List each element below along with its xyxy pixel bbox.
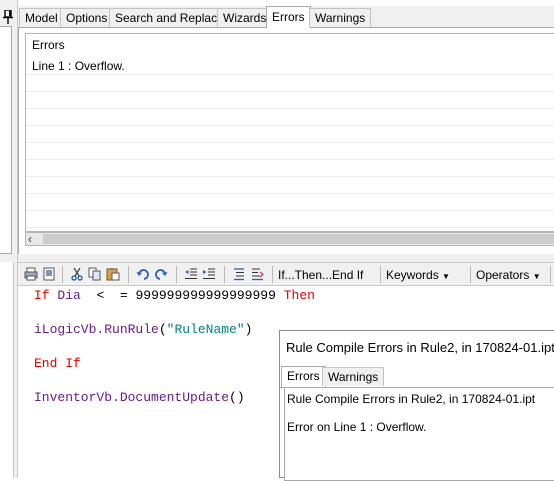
code-line-1[interactable]: If Dia < = 999999999999999999 Then	[34, 288, 315, 303]
empty-row	[26, 211, 554, 228]
scroll-left-arrow-icon[interactable]: ‹	[28, 232, 32, 246]
chevron-down-icon: ▼	[532, 272, 541, 281]
toolbar-separator	[176, 266, 177, 283]
toolbar-separator	[550, 266, 551, 283]
top-tab-strip: Model Options Search and Replace Wizards…	[18, 6, 554, 28]
increase-indent-icon[interactable]	[202, 267, 216, 281]
function-call: InventorVb.DocumentUpdate	[34, 390, 230, 405]
uncomment-icon[interactable]	[250, 267, 264, 281]
print-preview-icon[interactable]	[42, 267, 56, 281]
toolbar-separator	[470, 266, 471, 283]
operator: < =	[96, 288, 128, 303]
toolbar-separator	[272, 266, 273, 283]
tab-search-and-replace[interactable]: Search and Replace	[109, 8, 230, 27]
variable-dia: Dia	[57, 288, 81, 303]
dialog-tab-errors[interactable]: Errors	[281, 366, 326, 387]
paste-icon[interactable]	[106, 267, 120, 281]
dialog-tab-strip: Errors Warnings	[280, 366, 554, 388]
dialog-body-line-2: Error on Line 1 : Overflow.	[287, 420, 427, 434]
empty-row	[26, 126, 554, 143]
keywords-label: Keywords	[386, 268, 439, 282]
empty-row	[26, 177, 554, 194]
tab-model[interactable]: Model	[19, 8, 64, 27]
keyword-if: If	[34, 288, 50, 303]
scrollbar-thumb[interactable]	[43, 234, 554, 244]
string-literal: "RuleName"	[166, 322, 245, 337]
empty-row	[26, 143, 554, 160]
decrease-indent-icon[interactable]	[184, 267, 198, 281]
empty-row	[26, 160, 554, 177]
code-line-2[interactable]: iLogicVb.RunRule("RuleName")	[34, 322, 252, 337]
keyword-end-if: End If	[34, 356, 81, 371]
number-literal: 999999999999999999	[135, 288, 276, 303]
paren-open: (	[158, 322, 167, 337]
horizontal-scrollbar[interactable]: ‹	[25, 232, 554, 246]
empty-row	[26, 109, 554, 126]
tab-errors[interactable]: Errors	[266, 6, 311, 28]
editor-toolbar: If...Then...End If Keywords ▼ Operators …	[18, 262, 554, 286]
errors-list-header: Errors	[32, 38, 65, 52]
tab-wizards[interactable]: Wizards	[217, 8, 273, 27]
operators-menu[interactable]: Operators ▼	[476, 267, 541, 283]
toolbar-separator	[224, 266, 225, 283]
copy-icon[interactable]	[88, 267, 102, 281]
dialog-error-text[interactable]: Rule Compile Errors in Rule2, in 170824-…	[284, 387, 554, 481]
undo-icon[interactable]	[136, 267, 150, 281]
redo-icon[interactable]	[154, 267, 168, 281]
tab-options[interactable]: Options	[60, 8, 114, 27]
empty-row	[26, 92, 554, 109]
pin-icon[interactable]	[3, 10, 13, 24]
left-panel-lower	[0, 262, 14, 478]
splitter[interactable]	[18, 254, 554, 262]
empty-row	[26, 194, 554, 211]
toolbar-separator	[62, 266, 63, 283]
tab-warnings[interactable]: Warnings	[309, 8, 372, 27]
compile-errors-dialog: Rule Compile Errors in Rule2, in 170824-…	[279, 330, 554, 481]
dialog-body-line-1: Rule Compile Errors in Rule2, in 170824-…	[287, 392, 536, 406]
dialog-tab-warnings[interactable]: Warnings	[322, 367, 385, 386]
chevron-down-icon: ▼	[442, 272, 450, 281]
operators-label: Operators	[476, 268, 530, 282]
errors-list[interactable]: Errors Line 1 : Overflow.	[25, 33, 554, 232]
keyword-then: Then	[283, 288, 315, 303]
code-line-4[interactable]: InventorVb.DocumentUpdate()	[34, 390, 245, 405]
code-line-3[interactable]: End If	[34, 356, 81, 371]
dialog-title: Rule Compile Errors in Rule2, in 170824-…	[286, 340, 554, 355]
paren-close: )	[244, 322, 253, 337]
comment-icon[interactable]	[232, 267, 246, 281]
error-row[interactable]: Line 1 : Overflow.	[26, 58, 554, 75]
if-then-end-if-label: If...Then...End If	[278, 268, 364, 282]
cut-icon[interactable]	[70, 267, 84, 281]
toolbar-separator	[380, 266, 381, 283]
if-then-end-if-menu[interactable]: If...Then...End If	[278, 267, 363, 283]
print-icon[interactable]	[24, 267, 38, 281]
left-panel-frame	[0, 26, 12, 254]
parens: ()	[229, 390, 245, 405]
empty-row	[26, 75, 554, 92]
toolbar-separator	[128, 266, 129, 283]
keywords-menu[interactable]: Keywords ▼	[386, 267, 450, 283]
function-call: iLogicVb.RunRule	[34, 322, 159, 337]
